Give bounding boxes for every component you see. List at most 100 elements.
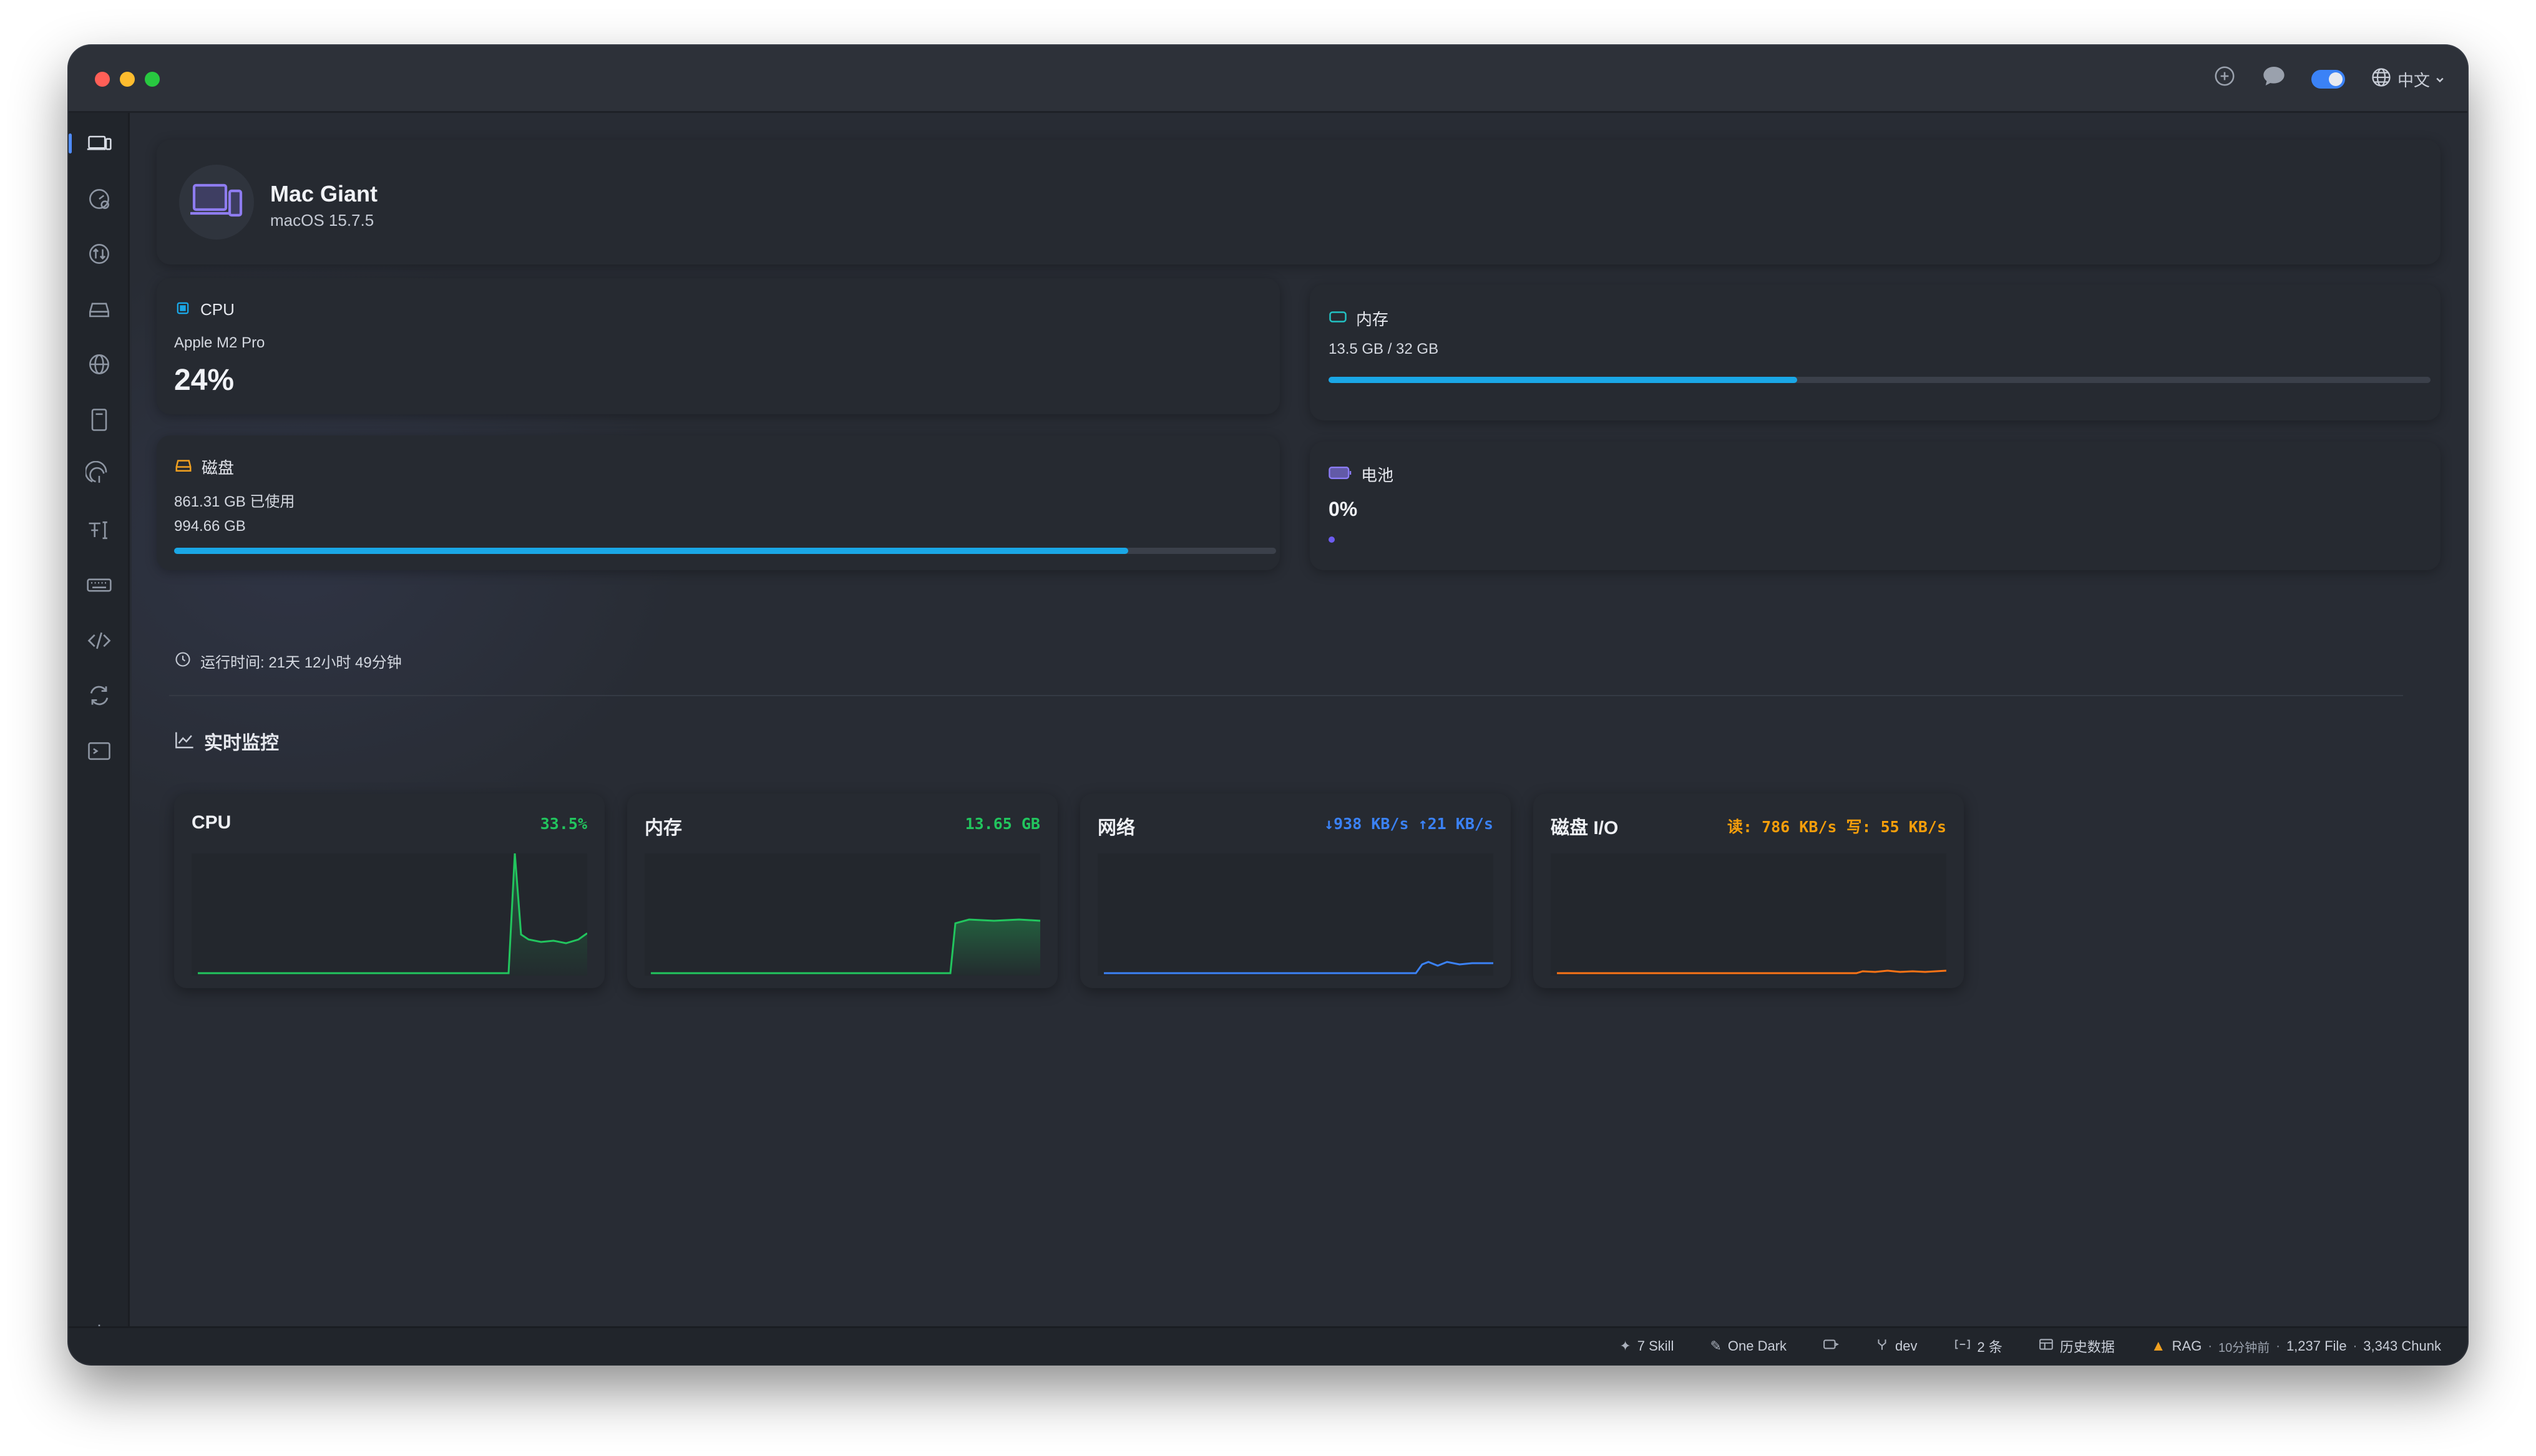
monitor-card-title: CPU — [192, 812, 232, 833]
status-branch[interactable]: dev — [1875, 1337, 1918, 1355]
battery-card-title: 电池 — [1361, 466, 1394, 485]
memory-card: 内存 13.5 GB / 32 GB — [1310, 284, 2441, 420]
warning-icon: ▲ — [2150, 1337, 2166, 1354]
uptime-text: 运行时间: 21天 12小时 49分钟 — [200, 654, 402, 671]
network-sparkline — [1098, 853, 1493, 976]
title-bar: 中文 — [69, 46, 2467, 113]
fingerprint-icon — [85, 461, 107, 483]
sidebar-item-notes[interactable] — [69, 401, 130, 439]
disk-total-text: 994.66 GB — [174, 518, 246, 535]
uptime-row: 运行时间: 21天 12小时 49分钟 — [174, 650, 402, 672]
monitor-section-header: 实时监控 — [174, 727, 279, 755]
memory-icon — [1329, 309, 1347, 328]
minimize-window-button[interactable] — [120, 72, 135, 87]
sidebar-item-sync[interactable] — [69, 677, 130, 714]
git-branch-icon — [1875, 1337, 1889, 1355]
sidebar-item-text[interactable] — [69, 512, 130, 549]
globe-icon — [2370, 66, 2392, 93]
monitor-card-value: 读: 786 KB/s 写: 55 KB/s — [1727, 818, 1946, 836]
status-history[interactable]: 历史数据 — [2039, 1336, 2115, 1356]
memory-progress-bar — [1329, 377, 2431, 383]
battery-level: 0% — [1329, 498, 1358, 520]
close-window-button[interactable] — [95, 72, 110, 87]
sidebar-item-terminal[interactable] — [69, 732, 130, 770]
language-label: 中文 — [2397, 70, 2430, 90]
brush-icon: ✎ — [1710, 1338, 1722, 1354]
memory-usage-text: 13.5 GB / 32 GB — [1329, 341, 1439, 357]
zoom-window-button[interactable] — [145, 72, 160, 87]
status-branch-label: dev — [1895, 1338, 1918, 1354]
device-name: Mac Giant — [270, 181, 378, 206]
monitor-card-title: 磁盘 I/O — [1551, 818, 1619, 838]
sidebar-item-keyboard[interactable] — [69, 566, 130, 604]
language-selector[interactable]: 中文 — [2370, 66, 2445, 93]
bracket-icon — [1954, 1337, 1971, 1355]
status-rag-files: 1,237 File — [2286, 1338, 2347, 1354]
battery-card: 电池 0% — [1310, 442, 2441, 570]
monitor-card-value: ↓938 KB/s ↑21 KB/s — [1324, 815, 1493, 833]
status-history-label: 历史数据 — [2059, 1339, 2115, 1355]
titlebar-tools: 中文 — [2213, 66, 2445, 93]
clock-icon — [174, 651, 192, 671]
sparkle-icon: ✦ — [1619, 1338, 1631, 1354]
sidebar-item-network[interactable] — [69, 346, 130, 383]
section-divider — [169, 695, 2403, 696]
status-skill[interactable]: ✦ 7 Skill — [1619, 1338, 1674, 1354]
status-skill-label: 7 Skill — [1637, 1338, 1674, 1354]
status-theme-label: One Dark — [1727, 1338, 1787, 1354]
refresh-icon — [90, 686, 109, 706]
globe-icon — [89, 354, 109, 374]
sidebar-item-performance[interactable] — [69, 180, 130, 218]
sidebar-item-disk[interactable] — [69, 291, 130, 328]
disk-io-sparkline — [1551, 853, 1946, 976]
text-cursor-icon — [89, 521, 107, 540]
cpu-model: Apple M2 Pro — [174, 334, 265, 351]
battery-progress-fill — [1329, 536, 1335, 543]
app-window: 中文 Mac Giant macOS 15.7.5 CPU Apple M2 P… — [69, 46, 2467, 1364]
monitor-card-network: 网络 ↓938 KB/s ↑21 KB/s — [1080, 794, 1511, 988]
status-count[interactable]: 2 条 — [1954, 1336, 2002, 1356]
memory-progress-fill — [1329, 377, 1797, 383]
device-os-version: macOS 15.7.5 — [270, 211, 374, 230]
monitor-card-memory: 内存 13.65 GB — [627, 794, 1058, 988]
gauge-icon — [89, 189, 109, 209]
status-rag-label: RAG — [2172, 1338, 2202, 1354]
monitor-card-title: 网络 — [1098, 818, 1135, 838]
chip-icon — [174, 299, 192, 320]
notebook-icon — [91, 409, 107, 431]
theme-toggle[interactable] — [2311, 70, 2345, 89]
cpu-card: CPU Apple M2 Pro 24% — [157, 278, 1280, 414]
status-rag-time: 10分钟前 — [2218, 1341, 2270, 1355]
add-circle-icon[interactable] — [2213, 64, 2236, 94]
hard-drive-icon — [89, 303, 109, 318]
line-chart-icon — [174, 730, 195, 752]
sidebar-item-processes[interactable] — [69, 235, 130, 273]
device-avatar — [179, 165, 254, 240]
terminal-icon — [88, 742, 110, 760]
chat-bubble-icon[interactable] — [2261, 64, 2286, 94]
tag-icon — [1823, 1337, 1840, 1355]
sync-arrows-icon — [89, 244, 109, 264]
sidebar-item-device[interactable] — [69, 125, 130, 162]
monitor-card-cpu: CPU 33.5% — [174, 794, 605, 988]
monitor-card-title: 内存 — [645, 818, 682, 838]
laptop-phone-icon — [190, 183, 243, 217]
status-rag[interactable]: ▲ RAG · 10分钟前 · 1,237 File · 3,343 Chunk — [2151, 1337, 2441, 1356]
cpu-usage-value: 24% — [174, 364, 235, 397]
disk-progress-fill — [174, 548, 1129, 554]
cpu-card-title: CPU — [200, 300, 235, 319]
memory-card-title: 内存 — [1356, 310, 1389, 329]
status-theme[interactable]: ✎ One Dark — [1710, 1338, 1787, 1354]
status-count-label: 2 条 — [1977, 1339, 2002, 1355]
battery-icon — [1329, 466, 1352, 483]
memory-sparkline — [645, 853, 1040, 976]
code-icon — [87, 632, 111, 649]
sidebar-item-code[interactable] — [69, 622, 130, 659]
device-header-card: Mac Giant macOS 15.7.5 — [157, 140, 2441, 265]
monitor-section-title: 实时监控 — [204, 733, 279, 754]
status-tag[interactable] — [1823, 1337, 1840, 1355]
sidebar-item-fingerprint[interactable] — [69, 456, 130, 493]
cpu-sparkline — [192, 853, 587, 976]
monitor-card-value: 13.65 GB — [965, 815, 1040, 833]
disk-card-title: 磁盘 — [202, 459, 235, 477]
